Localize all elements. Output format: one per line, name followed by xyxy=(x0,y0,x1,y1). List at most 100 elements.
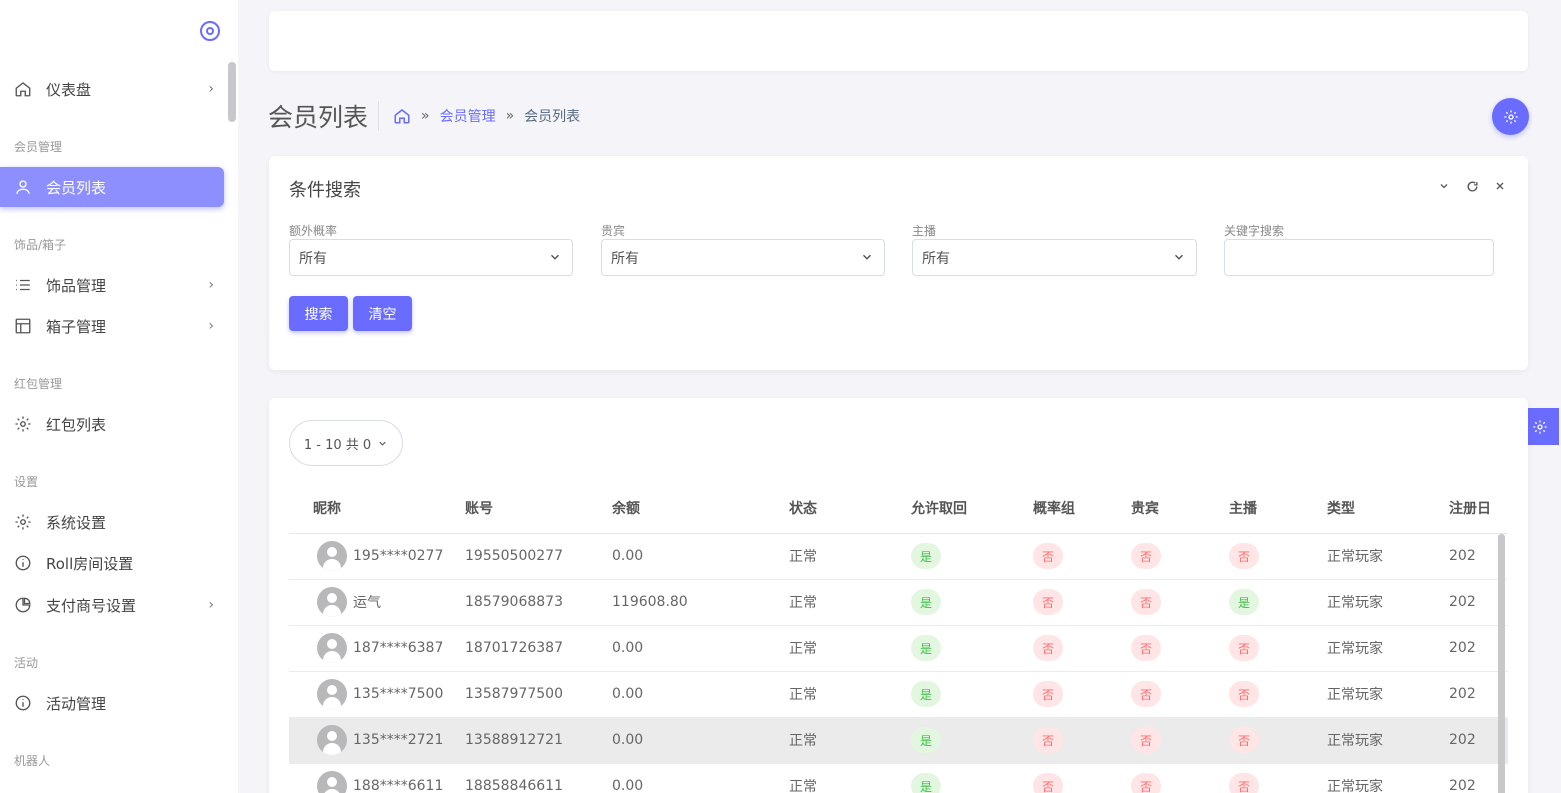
table-cell: 否 xyxy=(1229,763,1327,793)
table-cell: 正常 xyxy=(789,717,911,764)
table-cell: 否 xyxy=(1131,579,1229,626)
sidebar-item-member-list[interactable]: 会员列表 xyxy=(0,167,224,207)
nav-section-header: 红包管理 xyxy=(14,377,63,391)
page-title: 会员列表 xyxy=(268,103,369,132)
anchor-badge: 否 xyxy=(1229,681,1259,707)
table-row[interactable]: 135****2721 13588912721 0.00 正常 是 否 否 否 正常玩家 202 xyxy=(289,717,1508,764)
vip-badge: 否 xyxy=(1131,589,1161,615)
sidebar-item-label: 饰品管理 xyxy=(46,276,107,295)
allow-retrieve-badge: 是 xyxy=(911,543,941,569)
table-row[interactable]: 187****6387 18701726387 0.00 正常 是 否 否 否 正常玩家 202 xyxy=(289,625,1508,672)
player-type: 正常玩家 xyxy=(1327,733,1383,749)
nickname: 188****6611 xyxy=(353,778,444,793)
table-cell: 187****6387 xyxy=(289,625,465,672)
avatar xyxy=(317,541,347,571)
table-cell: 正常 xyxy=(789,763,911,793)
prob-group-badge: 否 xyxy=(1033,681,1063,707)
collapse-icon[interactable] xyxy=(1436,178,1452,194)
sidebar-item-item-management[interactable]: 饰品管理 › xyxy=(0,265,224,305)
balance: 0.00 xyxy=(612,732,644,748)
table-row[interactable]: 195****0277 19550500277 0.00 正常 是 否 否 否 正常玩家 202 xyxy=(289,533,1508,580)
table-cell: 13587977500 xyxy=(465,671,612,718)
close-icon[interactable] xyxy=(1492,178,1508,194)
sidebar-item-system-settings[interactable]: 系统设置 xyxy=(0,502,224,542)
avatar xyxy=(317,633,347,663)
extra-probability-select[interactable]: 所有 xyxy=(289,239,573,276)
keyword-input[interactable] xyxy=(1224,239,1494,276)
chevron-down-icon xyxy=(1174,254,1184,260)
sidebar-scrollbar[interactable] xyxy=(228,62,236,122)
anchor-badge: 否 xyxy=(1229,727,1259,753)
sidebar-item-box-management[interactable]: 箱子管理 › xyxy=(0,306,224,346)
nickname: 187****6387 xyxy=(353,640,444,656)
table-cell: 13588912721 xyxy=(465,717,612,764)
table-row[interactable]: 135****7500 13587977500 0.00 正常 是 否 否 否 正常玩家 202 xyxy=(289,671,1508,718)
breadcrumb-link-member-management[interactable]: 会员管理 xyxy=(440,106,496,126)
status: 正常 xyxy=(789,733,817,749)
column-header[interactable]: 注册日 xyxy=(1449,483,1508,534)
gear-icon xyxy=(1533,419,1547,434)
table-cell: 否 xyxy=(1229,717,1327,764)
sidebar-item-activity-management[interactable]: 活动管理 xyxy=(0,683,224,723)
refresh-icon[interactable] xyxy=(1464,178,1480,194)
table-cell: 135****2721 xyxy=(289,717,465,764)
table-row[interactable]: 运气 18579068873 119608.80 正常 是 否 否 是 正常玩家 202 xyxy=(289,579,1508,626)
column-header[interactable]: 状态 xyxy=(789,483,911,534)
chevron-right-icon: › xyxy=(208,81,214,97)
column-header[interactable]: 贵宾 xyxy=(1131,483,1229,534)
account: 13588912721 xyxy=(465,732,563,748)
status: 正常 xyxy=(789,549,817,565)
sidebar-item-roll-settings[interactable]: Roll房间设置 xyxy=(0,543,224,583)
nav-section-header: 活动 xyxy=(14,656,39,670)
table-row[interactable]: 188****6611 18858846611 0.00 正常 是 否 否 否 正常玩家 202 xyxy=(289,763,1508,793)
clear-button[interactable]: 清空 xyxy=(353,296,412,331)
info-icon xyxy=(14,694,32,712)
status: 正常 xyxy=(789,595,817,611)
table-cell: 是 xyxy=(911,533,1033,580)
column-header[interactable]: 概率组 xyxy=(1033,483,1131,534)
prob-group-badge: 否 xyxy=(1033,589,1063,615)
anchor-badge: 否 xyxy=(1229,773,1259,793)
select-value: 所有 xyxy=(922,250,950,267)
vip-badge: 否 xyxy=(1131,543,1161,569)
sidebar-item-label: Roll房间设置 xyxy=(46,554,134,573)
prob-group-badge: 否 xyxy=(1033,635,1063,661)
allow-retrieve-badge: 是 xyxy=(911,681,941,707)
home-icon[interactable] xyxy=(393,107,411,125)
vip-label: 贵宾 xyxy=(601,224,626,238)
table-cell: 188****6611 xyxy=(289,763,465,793)
search-button[interactable]: 搜索 xyxy=(289,296,348,331)
table-scrollbar[interactable] xyxy=(1498,534,1505,793)
vip-badge: 否 xyxy=(1131,635,1161,661)
sidebar-item-payment-settings[interactable]: 支付商号设置 › xyxy=(0,585,224,625)
account: 13587977500 xyxy=(465,686,563,702)
column-header[interactable]: 主播 xyxy=(1229,483,1327,534)
extra-probability-label: 额外概率 xyxy=(289,224,338,238)
sidebar-item-label: 红包列表 xyxy=(46,415,107,434)
nav-section-header: 会员管理 xyxy=(14,140,63,154)
sidebar-item-dashboard[interactable]: 仪表盘 › xyxy=(0,69,224,109)
column-header[interactable]: 类型 xyxy=(1327,483,1449,534)
column-header[interactable]: 账号 xyxy=(465,483,612,534)
column-header[interactable]: 允许取回 xyxy=(911,483,1033,534)
status: 正常 xyxy=(789,641,817,657)
vip-select[interactable]: 所有 xyxy=(601,239,885,276)
sidebar-item-redpacket-list[interactable]: 红包列表 xyxy=(0,404,224,444)
anchor-label: 主播 xyxy=(912,224,937,238)
allow-retrieve-badge: 是 xyxy=(911,727,941,753)
layout-icon xyxy=(14,317,32,335)
avatar xyxy=(317,725,347,755)
table-cell: 正常玩家 xyxy=(1327,671,1449,718)
table-cell: 否 xyxy=(1229,671,1327,718)
nav-section-header: 机器人 xyxy=(14,754,51,768)
table-cell: 是 xyxy=(911,625,1033,672)
sidebar-toggle-icon[interactable] xyxy=(200,21,220,41)
settings-button[interactable] xyxy=(1492,98,1529,135)
column-header[interactable]: 昵称 xyxy=(289,483,465,534)
vip-badge: 否 xyxy=(1131,727,1161,753)
column-header[interactable]: 余额 xyxy=(612,483,789,534)
anchor-select[interactable]: 所有 xyxy=(912,239,1197,276)
sidebar-item-label: 系统设置 xyxy=(46,513,107,532)
vip-badge: 否 xyxy=(1131,681,1161,707)
page-size-dropdown[interactable]: 1 - 10 共 0 xyxy=(289,420,403,466)
